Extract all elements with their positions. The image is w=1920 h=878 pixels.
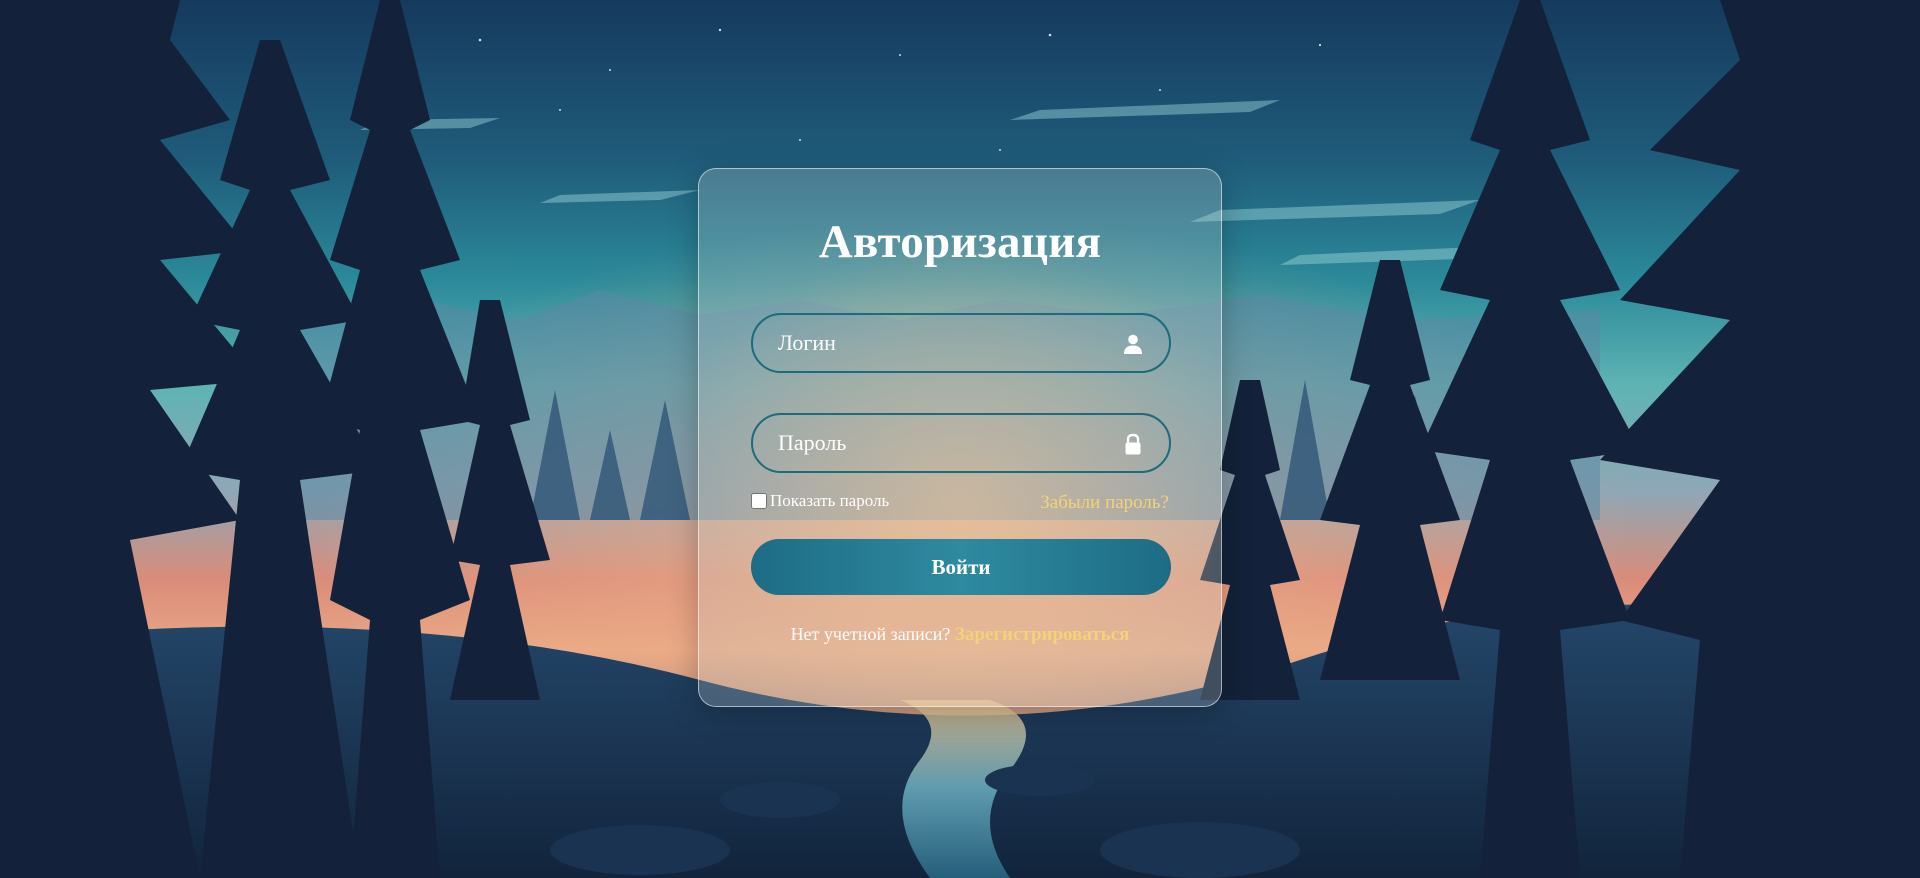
login-button[interactable]: Войти	[751, 539, 1171, 595]
show-password-checkbox[interactable]	[751, 493, 767, 509]
password-field[interactable]	[751, 413, 1171, 473]
show-password-label: Показать пароль	[770, 491, 890, 510]
register-link[interactable]: Зарегистрироваться	[955, 624, 1130, 645]
forgot-password-link[interactable]: Забыли пароль?	[1040, 492, 1169, 514]
no-account-text: Нет учетной записи?	[790, 624, 951, 644]
login-card: Авторизация Показать пароль Забыли парол…	[698, 168, 1222, 707]
register-prompt: Нет учетной записи? Зарегистрироваться	[699, 624, 1221, 646]
login-input[interactable]	[753, 315, 1169, 371]
user-icon	[1124, 334, 1142, 354]
login-field[interactable]	[751, 313, 1171, 373]
password-input[interactable]	[753, 415, 1169, 471]
show-password-row[interactable]: Показать пароль	[751, 491, 889, 511]
lock-icon	[1125, 433, 1141, 455]
page-title: Авторизация	[818, 216, 1102, 268]
